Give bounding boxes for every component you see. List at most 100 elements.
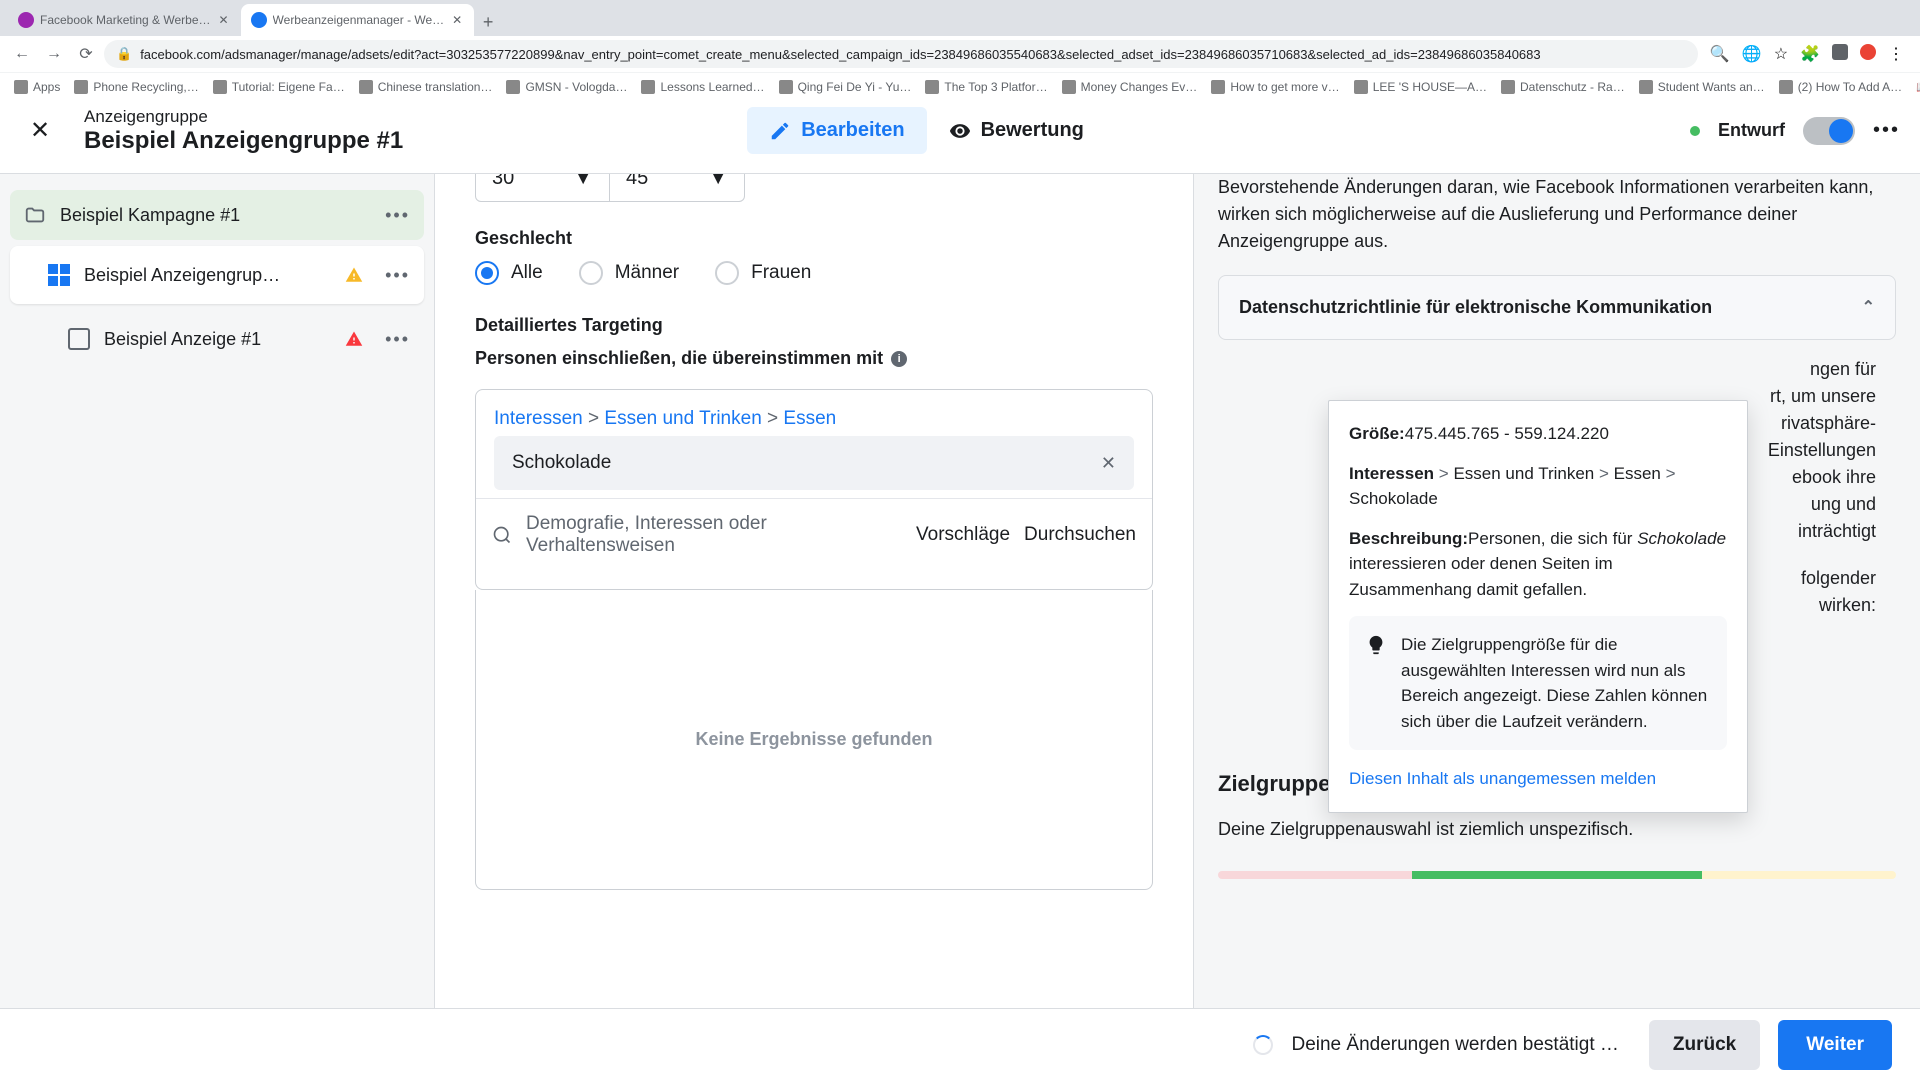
interest-chip[interactable]: Schokolade ✕: [494, 436, 1134, 490]
more-icon[interactable]: •••: [385, 205, 410, 226]
reload-button[interactable]: ⟳: [72, 40, 100, 68]
title-block: Anzeigengruppe Beispiel Anzeigengruppe #…: [84, 107, 403, 155]
remove-interest-button[interactable]: ✕: [1101, 453, 1116, 474]
gender-all[interactable]: Alle: [475, 261, 543, 285]
tab-favicon: [251, 12, 267, 28]
suggestions-button[interactable]: Vorschläge: [916, 524, 1010, 546]
bookmark[interactable]: Datenschutz - Ra…: [1495, 76, 1631, 98]
breadcrumb-link[interactable]: Essen und Trinken: [604, 408, 761, 429]
new-tab-button[interactable]: +: [474, 8, 502, 36]
browser-tab-active[interactable]: Werbeanzeigenmanager - We… ✕: [241, 4, 475, 36]
zoom-icon[interactable]: 🔍: [1710, 44, 1730, 64]
tooltip-size-row: Größe:475.445.765 - 559.124.220: [1349, 421, 1727, 447]
browse-button[interactable]: Durchsuchen: [1024, 524, 1136, 546]
changes-notice: Bevorstehende Änderungen daran, wie Face…: [1218, 174, 1896, 255]
bookmark[interactable]: (2) How To Add A…: [1773, 76, 1909, 98]
more-menu[interactable]: •••: [1873, 119, 1900, 142]
url-bar-row: ← → ⟳ 🔒 facebook.com/adsmanager/manage/a…: [0, 36, 1920, 72]
chevron-down-icon: ▼: [573, 174, 593, 190]
forward-button[interactable]: →: [40, 40, 68, 68]
breadcrumb-link[interactable]: Essen: [783, 408, 836, 429]
sidebar-adset[interactable]: Beispiel Anzeigengrup… •••: [10, 246, 424, 304]
size-label: Größe:: [1349, 424, 1405, 443]
targeting-box: Interessen > Essen und Trinken > Essen S…: [475, 389, 1153, 590]
back-button[interactable]: Zurück: [1649, 1020, 1760, 1070]
breadcrumb-link[interactable]: Interessen: [494, 408, 583, 429]
gender-men[interactable]: Männer: [579, 261, 679, 285]
back-button[interactable]: ←: [8, 40, 36, 68]
close-icon[interactable]: ✕: [450, 13, 464, 27]
url-text: facebook.com/adsmanager/manage/adsets/ed…: [140, 47, 1540, 62]
tab-label: Bearbeiten: [801, 119, 904, 142]
reading-list-icon: 📖: [1916, 80, 1920, 94]
age-to-select[interactable]: 45 ▼: [610, 174, 745, 202]
next-button[interactable]: Weiter: [1778, 1020, 1892, 1070]
reading-list[interactable]: 📖Leseliste: [1910, 76, 1920, 98]
tab-review[interactable]: Bewertung: [927, 107, 1106, 154]
privacy-card[interactable]: Datenschutzrichtlinie für elektronische …: [1218, 275, 1896, 340]
meter-segment-broad: [1702, 871, 1896, 879]
tab-label: Bewertung: [981, 119, 1084, 142]
folder-icon: [24, 204, 46, 226]
tab-edit[interactable]: Bearbeiten: [747, 107, 926, 154]
include-label: Personen einschließen, die übereinstimme…: [475, 348, 1153, 369]
bookmark[interactable]: Lessons Learned…: [635, 76, 770, 98]
footer: Deine Änderungen werden bestätigt … Zurü…: [0, 1008, 1920, 1080]
status-indicator: [1690, 126, 1700, 136]
url-bar[interactable]: 🔒 facebook.com/adsmanager/manage/adsets/…: [104, 40, 1698, 68]
radio-icon: [475, 261, 499, 285]
interest-tooltip: Größe:475.445.765 - 559.124.220 Interess…: [1328, 400, 1748, 813]
bookmark[interactable]: How to get more v…: [1205, 76, 1345, 98]
extensions-icon[interactable]: 🧩: [1800, 44, 1820, 64]
tab-strip: Facebook Marketing & Werbe… ✕ Werbeanzei…: [0, 0, 1920, 36]
sidebar-ad[interactable]: Beispiel Anzeige #1 •••: [10, 310, 424, 368]
extension-icon[interactable]: [1832, 44, 1848, 60]
browser-tab[interactable]: Facebook Marketing & Werbe… ✕: [8, 4, 241, 36]
age-row: 30 ▼ 45 ▼: [475, 174, 1153, 202]
bookmark[interactable]: Chinese translation…: [353, 76, 499, 98]
close-button[interactable]: ✕: [20, 111, 60, 151]
ad-icon: [68, 328, 90, 350]
header-tabs: Bearbeiten Bewertung: [747, 107, 1106, 154]
tab-favicon: [18, 12, 34, 28]
gender-women[interactable]: Frauen: [715, 261, 811, 285]
audience-subtitle: Deine Zielgruppenauswahl ist ziemlich un…: [1218, 816, 1896, 843]
bookmark[interactable]: LEE 'S HOUSE—A…: [1348, 76, 1493, 98]
page-header: ✕ Anzeigengruppe Beispiel Anzeigengruppe…: [0, 88, 1920, 174]
bookmark[interactable]: Money Changes Ev…: [1056, 76, 1204, 98]
translate-icon[interactable]: 🌐: [1742, 44, 1762, 64]
more-icon[interactable]: •••: [385, 329, 410, 350]
bookmarks-bar: Apps Phone Recycling,… Tutorial: Eigene …: [0, 72, 1920, 100]
bookmark[interactable]: Student Wants an…: [1633, 76, 1771, 98]
breadcrumb: Anzeigengruppe: [84, 107, 403, 127]
bookmark[interactable]: Qing Fei De Yi - Yu…: [773, 76, 918, 98]
meter-segment-narrow: [1218, 871, 1412, 879]
more-icon[interactable]: •••: [385, 265, 410, 286]
chevron-up-icon: ⌃: [1862, 296, 1875, 320]
bookmark[interactable]: Tutorial: Eigene Fa…: [207, 76, 351, 98]
search-icon: [492, 525, 512, 545]
warning-icon: [345, 266, 363, 284]
spinner-icon: [1253, 1035, 1273, 1055]
tooltip-note: Die Zielgruppengröße für die ausgewählte…: [1349, 616, 1727, 750]
report-link[interactable]: Diesen Inhalt als unangemessen melden: [1349, 766, 1727, 792]
info-icon[interactable]: i: [891, 351, 907, 367]
campaign-name: Beispiel Kampagne #1: [60, 205, 240, 226]
radio-icon: [579, 261, 603, 285]
confirming-text: Deine Änderungen werden bestätigt …: [1291, 1034, 1618, 1056]
avatar-icon[interactable]: [1860, 44, 1876, 60]
publish-toggle[interactable]: [1803, 117, 1855, 145]
bookmark[interactable]: GMSN - Vologda…: [500, 76, 633, 98]
bookmark[interactable]: Phone Recycling,…: [68, 76, 204, 98]
age-from-select[interactable]: 30 ▼: [475, 174, 610, 202]
interest-search-row: Demografie, Interessen oder Verhaltenswe…: [476, 498, 1152, 571]
bookmark[interactable]: Apps: [8, 76, 66, 98]
menu-icon[interactable]: ⋮: [1888, 44, 1904, 64]
search-input[interactable]: Demografie, Interessen oder Verhaltenswe…: [526, 513, 902, 557]
age-to-value: 45: [626, 174, 648, 190]
sidebar-campaign[interactable]: Beispiel Kampagne #1 •••: [10, 190, 424, 240]
close-icon[interactable]: ✕: [217, 13, 231, 27]
bookmark[interactable]: The Top 3 Platfor…: [919, 76, 1053, 98]
star-icon[interactable]: ☆: [1774, 44, 1788, 64]
gender-radios: Alle Männer Frauen: [475, 261, 1153, 285]
